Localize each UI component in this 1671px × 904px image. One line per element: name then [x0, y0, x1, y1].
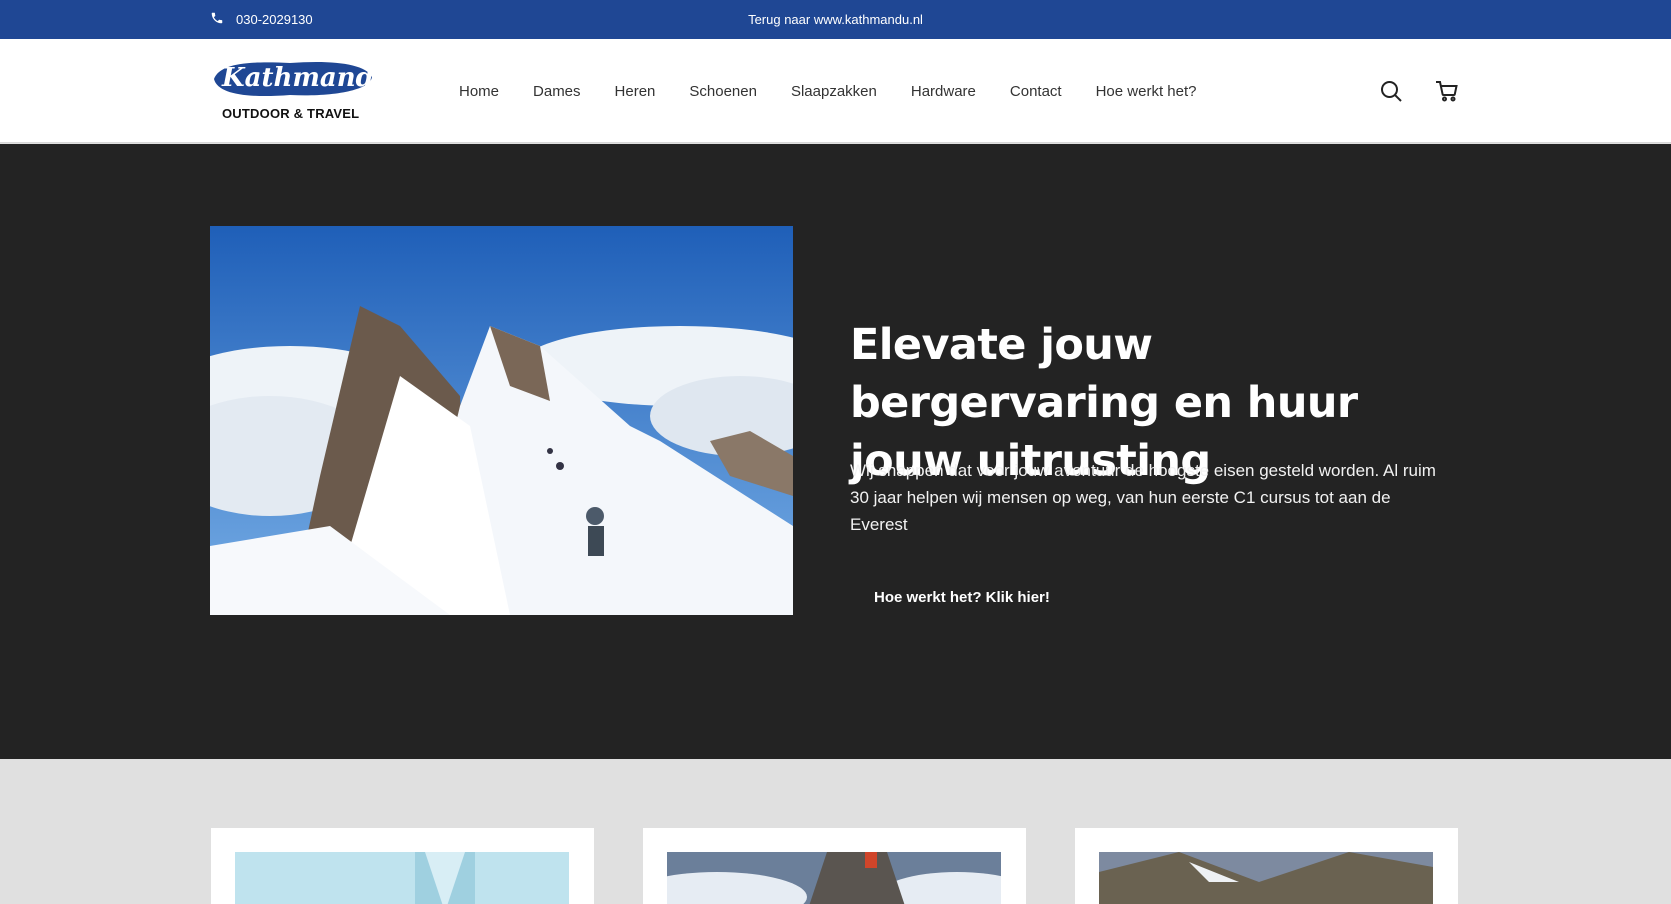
category-card[interactable]: [211, 828, 594, 904]
back-to-main-site-link[interactable]: Terug naar www.kathmandu.nl: [0, 12, 1671, 27]
search-icon[interactable]: [1379, 79, 1403, 103]
cart-icon[interactable]: [1435, 79, 1459, 103]
hero-cta-button[interactable]: Hoe werkt het? Klik hier!: [850, 578, 1074, 618]
category-card[interactable]: [643, 828, 1026, 904]
nav-contact[interactable]: Contact: [1010, 83, 1062, 100]
logo-tagline: OUTDOOR & TRAVEL: [222, 106, 360, 121]
hero-text: Wij snappen dat voor jouw avontuur de ho…: [850, 461, 1436, 534]
main-nav: Home Dames Heren Schoenen Slaapzakken Ha…: [459, 83, 1230, 100]
card-thumbnail-summit: [667, 852, 1001, 904]
category-cards-section: [0, 759, 1671, 904]
nav-heren[interactable]: Heren: [615, 83, 656, 100]
card-thumbnail-ice: [235, 852, 569, 904]
card-thumbnail-valley: [1099, 852, 1433, 904]
nav-slaapzakken[interactable]: Slaapzakken: [791, 83, 877, 100]
nav-schoenen[interactable]: Schoenen: [689, 83, 757, 100]
site-header: Kathmandu OUTDOOR & TRAVEL Home Dames He…: [0, 39, 1671, 143]
nav-home[interactable]: Home: [459, 83, 499, 100]
nav-hoe-werkt-het[interactable]: Hoe werkt het?: [1096, 83, 1197, 100]
nav-hardware[interactable]: Hardware: [911, 83, 976, 100]
logo[interactable]: Kathmandu OUTDOOR & TRAVEL: [210, 57, 376, 127]
logo-wordmark: Kathmandu: [221, 63, 376, 93]
nav-dames[interactable]: Dames: [533, 83, 581, 100]
header-icons: [1379, 79, 1459, 103]
hero-mountain-image: [210, 226, 793, 615]
top-bar: 030-2029130 Terug naar www.kathmandu.nl: [0, 0, 1671, 39]
hero-section: Elevate jouw bergervaring en huur jouw u…: [0, 144, 1671, 759]
category-card[interactable]: [1075, 828, 1458, 904]
